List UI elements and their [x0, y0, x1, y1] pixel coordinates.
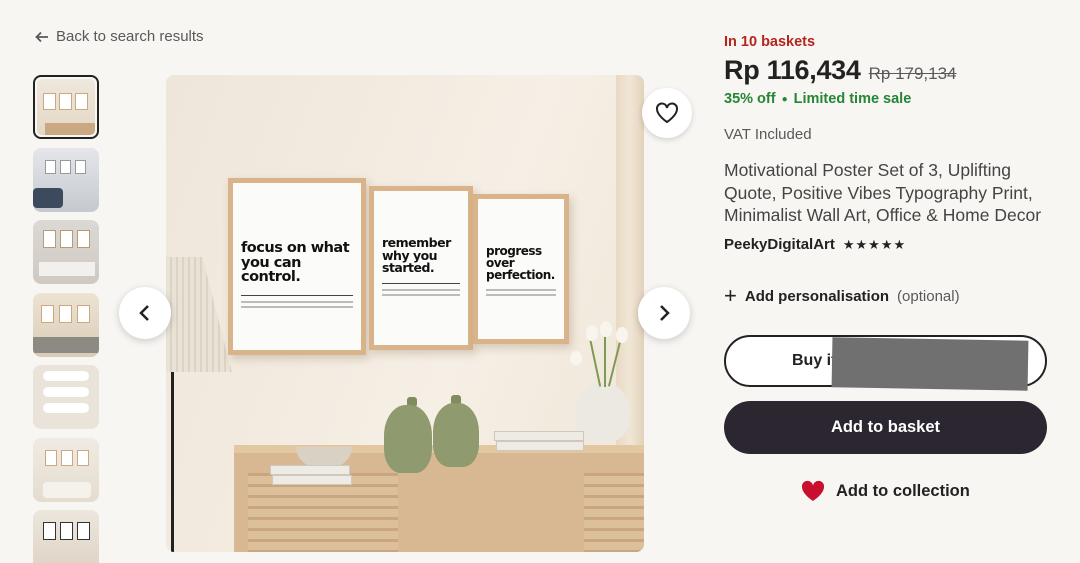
separator-dot: ● [781, 93, 788, 105]
product-title: Motivational Poster Set of 3, Uplifting … [724, 160, 1042, 225]
thumbnail-3[interactable] [33, 220, 99, 284]
thumbnail-7[interactable] [33, 510, 99, 563]
current-price: Rp 116,434 [724, 55, 861, 85]
thumbnail-list [33, 75, 101, 563]
heart-outline-icon [656, 102, 678, 124]
chevron-right-icon [660, 305, 670, 321]
optional-label: (optional) [897, 287, 960, 305]
poster-left-text: focus on what you can control. [241, 240, 350, 285]
collection-label: Add to collection [836, 481, 970, 500]
green-vase-right [433, 403, 479, 467]
back-link-label: Back to search results [56, 28, 204, 45]
back-to-search-link[interactable]: Back to search results [34, 28, 204, 45]
lamp-shade [166, 257, 232, 372]
add-personalisation-toggle[interactable]: + Add personalisation (optional) [724, 285, 960, 307]
product-main-image: focus on what you can control. remember … [166, 75, 644, 552]
plus-icon: + [724, 283, 737, 308]
poster-right: progress over perfection. [473, 194, 569, 344]
previous-image-button[interactable] [119, 287, 171, 339]
vat-note: VAT Included [724, 126, 812, 143]
poster-middle-text: remember why you started. [382, 235, 451, 275]
rating-stars-icon: ★★★★★ [842, 236, 907, 252]
buy-button-label: Buy it [792, 352, 837, 369]
basket-button-label: Add to basket [830, 418, 941, 436]
thumbnail-5[interactable] [33, 365, 99, 429]
arrow-left-icon [35, 31, 48, 42]
poster-left: focus on what you can control. [228, 178, 366, 355]
baskets-count: In 10 baskets [724, 34, 816, 50]
thumbnail-2[interactable] [33, 147, 99, 212]
thumbnail-1[interactable] [33, 75, 99, 139]
shop-name-link[interactable]: PeekyDigitalArt [724, 236, 835, 253]
shop-row: PeekyDigitalArt ★★★★★ [724, 236, 906, 253]
personalisation-label: Add personalisation [744, 287, 890, 305]
redaction-box [831, 337, 1029, 391]
favorite-button[interactable] [642, 88, 692, 138]
poster-right-text: progress over perfection. [486, 244, 555, 282]
chevron-left-icon [139, 305, 149, 321]
green-vase-left [384, 405, 432, 473]
original-price: Rp 179,134 [868, 64, 957, 83]
sale-info: 35% off ● Limited time sale [724, 91, 911, 107]
add-to-basket-button[interactable]: Add to basket [724, 401, 1047, 454]
white-vase [576, 382, 630, 442]
lamp-pole [171, 372, 174, 552]
heart-filled-icon [801, 480, 825, 501]
sale-label: Limited time sale [793, 91, 912, 107]
next-image-button[interactable] [638, 287, 690, 339]
price-row: Rp 116,434 Rp 179,134 [724, 55, 957, 86]
add-to-collection-button[interactable]: Add to collection [800, 480, 970, 502]
poster-middle: remember why you started. [369, 186, 473, 350]
thumbnail-4[interactable] [33, 292, 99, 357]
discount-label: 35% off [724, 91, 776, 107]
thumbnail-6[interactable] [33, 437, 99, 502]
